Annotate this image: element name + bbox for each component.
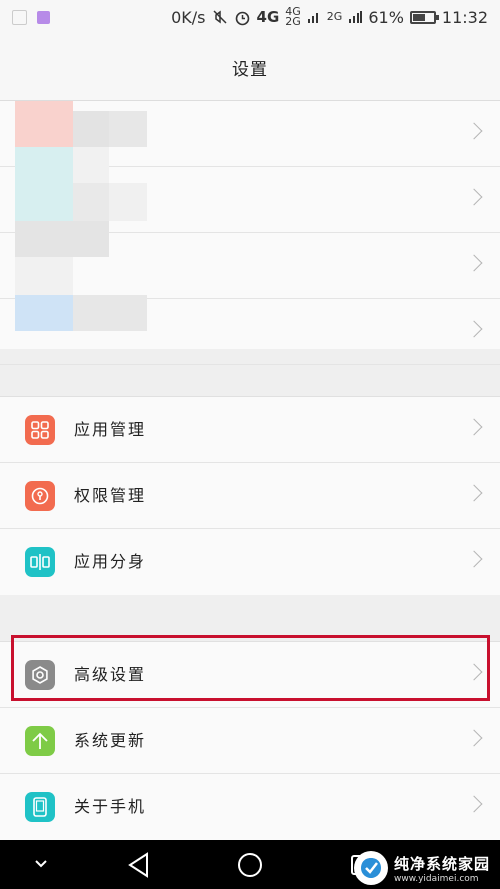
row-label: 应用分身	[74, 552, 147, 571]
chevron-right-icon	[465, 122, 483, 140]
network-stack-2: 2G	[326, 10, 343, 23]
chevron-down-icon[interactable]	[34, 858, 48, 870]
home-icon[interactable]	[237, 852, 263, 878]
battery-icon	[409, 10, 439, 24]
twin-app-icon	[25, 547, 55, 577]
chevron-right-icon	[465, 550, 483, 568]
chevron-right-icon	[465, 254, 483, 272]
watermark-url: www.yidaimei.com	[393, 873, 479, 884]
battery-fill	[412, 13, 426, 21]
arrow-up-icon	[25, 726, 55, 756]
watermark: 纯净系统家园 www.yidaimei.com	[353, 851, 490, 885]
row-advanced-settings[interactable]: 高级设置	[0, 642, 500, 708]
row-label: 高级设置	[74, 665, 147, 684]
row-label: 系统更新	[74, 731, 147, 750]
row-about-phone[interactable]: 关于手机	[0, 774, 500, 840]
network-stack-1: 4G 2G	[285, 5, 301, 28]
gear-icon	[25, 660, 55, 690]
signal-icon-2	[349, 11, 363, 23]
row-label: 应用管理	[74, 420, 147, 439]
notification-icon	[12, 9, 27, 25]
row-label: 权限管理	[74, 486, 147, 505]
status-bar: 0K/s 4G 4G 2G 2G 61% 11:32	[0, 0, 500, 34]
alarm-icon	[235, 11, 249, 25]
clock: 11:32	[441, 7, 488, 27]
row-app-twin[interactable]: 应用分身	[0, 529, 500, 595]
watermark-title: 纯净系统家园	[393, 854, 490, 873]
chevron-right-icon	[465, 729, 483, 747]
key-lock-icon	[25, 481, 55, 511]
watermark-logo-icon	[353, 851, 388, 885]
apps-section: 应用管理 权限管理 应用分身	[0, 396, 500, 595]
row-app-management[interactable]: 应用管理	[0, 397, 500, 463]
back-icon[interactable]	[127, 852, 151, 878]
chevron-right-icon	[465, 663, 483, 681]
apps-grid-icon	[25, 415, 55, 445]
chevron-right-icon	[465, 795, 483, 813]
mute-icon	[212, 10, 227, 24]
chevron-right-icon	[465, 484, 483, 502]
network-4g-label: 4G	[256, 8, 280, 26]
chevron-right-icon	[465, 188, 483, 206]
chevron-right-icon	[465, 418, 483, 436]
blurred-content	[15, 101, 165, 333]
gallery-icon	[37, 10, 50, 24]
accounts-section	[0, 101, 500, 365]
network-speed: 0K/s	[171, 7, 206, 27]
chevron-right-icon	[465, 320, 483, 338]
row-system-update[interactable]: 系统更新	[0, 708, 500, 774]
page-title: 设置	[232, 59, 268, 80]
system-section: 高级设置 系统更新 关于手机	[0, 641, 500, 840]
settings-header: 设置	[0, 34, 500, 101]
signal-icon-1	[307, 13, 318, 23]
row-label: 关于手机	[74, 797, 147, 816]
phone-icon	[25, 792, 55, 822]
battery-percent: 61%	[368, 7, 404, 27]
row-permission-management[interactable]: 权限管理	[0, 463, 500, 529]
